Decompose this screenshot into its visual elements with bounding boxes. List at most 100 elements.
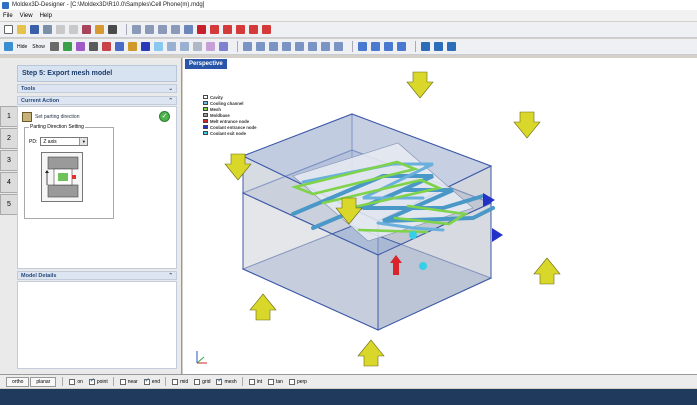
snap-point[interactable]: point [88,377,108,385]
checkbox[interactable] [194,378,201,385]
planar-tab[interactable]: planar [30,376,57,387]
run-all-icon[interactable] [236,25,245,34]
expand-icon[interactable]: ⌃ [168,273,173,279]
hide-button[interactable]: Hide [17,44,27,50]
color-icon[interactable] [75,42,85,51]
view-back-icon[interactable] [255,42,265,51]
select-icon[interactable] [153,42,163,51]
gate-icon[interactable] [127,42,137,51]
wireframe-icon[interactable] [179,42,189,51]
run-next-icon[interactable] [223,25,232,34]
snap-tan[interactable]: tan [268,378,283,385]
open-folder-icon[interactable] [17,25,26,34]
step-tab-2[interactable]: 2 [0,128,17,149]
window-icon[interactable] [420,42,430,51]
new-file-icon[interactable] [4,25,13,34]
checkbox[interactable] [143,377,150,385]
current-action-header[interactable]: Current Action ⌃ [17,96,177,105]
grid-icon[interactable] [88,42,98,51]
menu-view[interactable]: View [20,13,33,19]
shade-icon[interactable] [166,42,176,51]
snap-on[interactable]: on [69,378,83,385]
view-left-icon[interactable] [268,42,278,51]
display-icon[interactable] [4,42,13,51]
snap-near[interactable]: near [119,378,138,385]
view-dimetric-icon[interactable] [333,42,343,51]
zoom-window-icon[interactable] [171,25,180,34]
redo-icon[interactable] [69,25,78,34]
show-button[interactable]: Show [32,44,45,50]
rotate-icon[interactable] [132,25,141,34]
tile-view-icon[interactable] [446,42,456,51]
node-icon[interactable] [140,42,150,51]
axis-icon[interactable] [357,42,367,51]
expand-icon[interactable]: ⌄ [168,86,173,92]
report-icon[interactable] [262,25,271,34]
checkbox[interactable] [268,378,274,385]
layer-icon[interactable] [49,42,59,51]
pin-icon[interactable] [95,25,104,34]
pd-select[interactable]: Z axis ▼ [40,137,89,146]
action-item[interactable]: Set parting direction ✓ [22,111,172,123]
step-tab-3[interactable]: 3 [0,150,17,171]
checkbox[interactable] [172,378,179,385]
view-right-icon[interactable] [281,42,291,51]
menu-file[interactable]: File [3,13,13,19]
transparency-icon[interactable] [205,42,215,51]
view-bottom-icon[interactable] [307,42,317,51]
legend-item: Coolant entrance node [203,124,257,130]
zoom-icon[interactable] [158,25,167,34]
view-iso-icon[interactable] [320,42,330,51]
checkbox[interactable] [119,378,126,385]
mold-scene[interactable] [183,58,697,374]
snap-mesh[interactable]: mesh [216,377,237,385]
snap-end[interactable]: end [143,377,160,385]
background-icon[interactable] [218,42,228,51]
cursor-icon[interactable] [108,25,117,34]
checkbox[interactable] [288,378,295,385]
undo-icon[interactable] [56,25,65,34]
runner-icon[interactable] [101,42,111,51]
wizard-icon[interactable] [82,25,91,34]
split-view-icon[interactable] [433,42,443,51]
snap-int[interactable]: int [248,378,262,385]
chevron-down-icon[interactable]: ▼ [79,138,88,145]
step-tab-4[interactable]: 4 [0,172,17,193]
toolbar-separator [126,24,127,35]
batch-icon[interactable] [249,25,258,34]
section-icon[interactable] [396,42,406,51]
collapse-icon[interactable]: ⌃ [168,98,173,104]
step-tab-5[interactable]: 5 [0,194,17,215]
checkbox[interactable] [216,377,223,385]
pan-icon[interactable] [145,25,154,34]
tools-section-header[interactable]: Tools ⌄ [17,84,177,93]
snap-mid[interactable]: mid [172,378,188,385]
step-tab-1[interactable]: 1 [0,106,17,127]
checkbox[interactable] [69,378,76,385]
view-top-icon[interactable] [294,42,304,51]
view-mode-tab[interactable]: Perspective [185,59,227,69]
checkbox[interactable] [88,377,95,385]
view-dropdown-icon[interactable] [192,42,202,51]
ortho-tab[interactable]: ortho [6,376,30,387]
stop-icon[interactable] [197,25,206,34]
probe-icon[interactable] [383,42,393,51]
cooling-icon[interactable] [114,42,124,51]
checkbox[interactable] [248,378,255,385]
snap-grid[interactable]: grid [194,378,210,385]
menu-help[interactable]: Help [40,13,52,19]
legend-swatch [203,119,208,123]
3d-viewport[interactable]: Perspective Cavity Cooling channel Mesh … [183,58,697,374]
model-details-header[interactable]: Model Details ⌃ [17,271,177,280]
pd-row: PD: Z axis ▼ [29,137,89,146]
view-front-icon[interactable] [242,42,252,51]
run-icon[interactable] [210,25,219,34]
step-title: Step 5: Export mesh model [17,65,177,82]
status-bar: ortho planar on point near end mid grid … [0,374,697,388]
snap-perp[interactable]: perp [288,378,307,385]
mesh-icon[interactable] [62,42,72,51]
save-as-icon[interactable] [43,25,52,34]
save-icon[interactable] [30,25,39,34]
fit-view-icon[interactable] [184,25,193,34]
measure-icon[interactable] [370,42,380,51]
